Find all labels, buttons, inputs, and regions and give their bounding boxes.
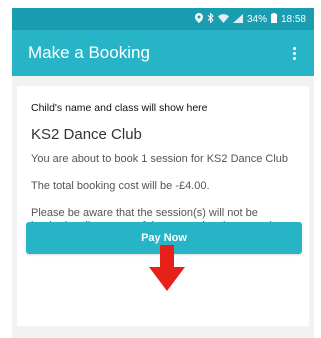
- booking-cost: The total booking cost will be -£4.00.: [31, 180, 210, 192]
- session-summary: You are about to book 1 session for KS2 …: [31, 153, 289, 165]
- signal-icon: [232, 13, 243, 25]
- location-icon: [194, 13, 203, 25]
- battery-percent: 34%: [246, 13, 267, 25]
- bluetooth-icon: [207, 12, 214, 25]
- wifi-icon: [217, 13, 229, 25]
- app-bar: Make a Booking: [12, 30, 314, 76]
- child-name-class: Child's name and class will show here: [31, 102, 208, 114]
- status-time: 18:58: [280, 13, 306, 25]
- page-title: Make a Booking: [28, 43, 150, 62]
- red-arrow-pointer: [149, 245, 185, 291]
- battery-icon: [270, 13, 277, 25]
- club-name: KS2 Dance Club: [31, 126, 142, 143]
- status-bar: 34% 18:58: [12, 8, 314, 30]
- more-vert-icon[interactable]: [289, 43, 300, 64]
